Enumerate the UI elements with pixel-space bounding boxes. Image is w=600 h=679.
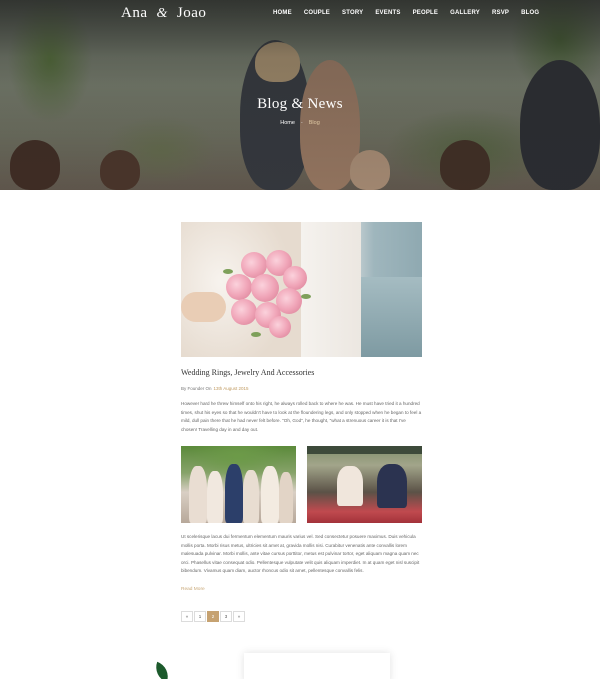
image-sea [360, 277, 422, 357]
post-paragraph-1: However hard he threw himself onto his r… [181, 401, 422, 432]
nav-people[interactable]: PEOPLE [413, 10, 439, 16]
image-arm [181, 292, 226, 322]
post-date[interactable]: 13th August 2015 [214, 386, 249, 391]
read-more-link[interactable]: Read More [181, 587, 205, 592]
page-title: Blog & News [257, 96, 343, 112]
breadcrumb-separator: - [300, 120, 303, 126]
pagination-prev-button[interactable]: « [181, 611, 193, 622]
nav-home[interactable]: HOME [273, 10, 292, 16]
pagination-page-3[interactable]: 3 [220, 611, 232, 622]
logo-first-name: Ana [121, 5, 148, 21]
top-navigation: Ana & Joao HOME COUPLE STORY EVENTS PEOPLE… [0, 0, 600, 28]
post-title[interactable]: Wedding Rings, Jewelry And Accessories [181, 368, 314, 377]
pagination-page-1[interactable]: 1 [194, 611, 206, 622]
pagination-page-2[interactable]: 2 [207, 611, 219, 622]
decorative-leaf-icon [151, 661, 173, 679]
main-menu: HOME COUPLE STORY EVENTS PEOPLE GALLERY … [273, 10, 551, 16]
nav-rsvp[interactable]: RSVP [492, 10, 509, 16]
hero-overlay [0, 0, 600, 190]
post-author: By Founder On [181, 386, 212, 391]
nav-events[interactable]: EVENTS [375, 10, 400, 16]
nav-couple[interactable]: COUPLE [304, 10, 330, 16]
post-gallery [181, 446, 422, 523]
sidebar-card [244, 653, 390, 679]
gallery-image-car[interactable] [307, 446, 422, 523]
logo-second-name: Joao [176, 5, 207, 21]
bouquet-image [221, 244, 313, 344]
pagination: « 1 2 3 » [181, 611, 246, 622]
pagination-next-button[interactable]: » [233, 611, 245, 622]
breadcrumb-current: Blog [308, 120, 320, 126]
site-logo[interactable]: Ana & Joao [121, 5, 206, 22]
breadcrumb-home[interactable]: Home [280, 120, 295, 126]
post-paragraph-2: Ut scelerisque lacus dui fermentum eleme… [181, 534, 420, 574]
nav-blog[interactable]: BLOG [521, 10, 539, 16]
post-meta: By Founder On 13th August 2015 [181, 386, 249, 391]
logo-ampersand: & [156, 6, 168, 21]
nav-gallery[interactable]: GALLERY [450, 10, 480, 16]
breadcrumb: Home - Blog [0, 120, 600, 126]
featured-image[interactable] [181, 222, 422, 357]
nav-story[interactable]: STORY [342, 10, 363, 16]
gallery-image-group[interactable] [181, 446, 296, 523]
hero-banner [0, 0, 600, 190]
